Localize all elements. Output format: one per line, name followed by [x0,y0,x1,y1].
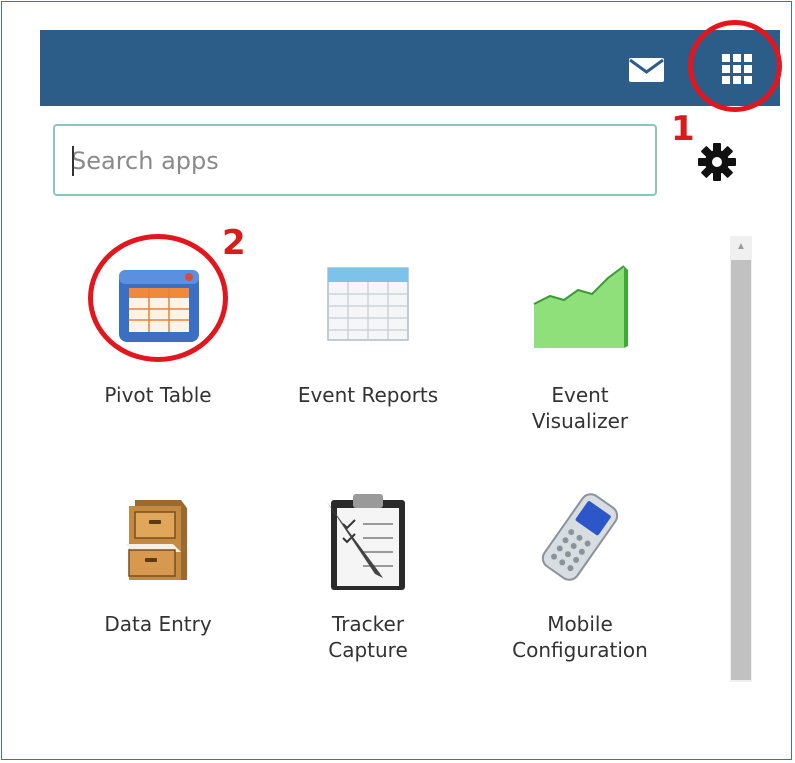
scroll-up-arrow-icon[interactable]: ▲ [730,236,752,258]
data-entry-icon [125,500,187,580]
app-label-line: Tracker [331,612,405,636]
event-visualizer-icon [533,265,628,348]
header-bar [40,30,780,106]
app-label-line: Capture [328,638,408,662]
text-caret [72,146,74,176]
app-label-line: Configuration [512,638,648,662]
annotation-circle-1 [688,20,782,112]
mobile-configuration-icon [541,493,619,581]
tracker-capture-icon [327,494,405,590]
scrollbar-thumb[interactable] [731,260,751,680]
app-label-line: Event [551,383,609,407]
app-tile-mobile-configuration[interactable]: Mobile Configuration [485,480,675,670]
app-label-line: Data Entry [104,612,212,636]
app-label-line: Pivot Table [104,383,212,407]
annotation-step-2: 2 [222,223,246,263]
app-tile-tracker-capture[interactable]: Tracker Capture [273,480,463,670]
event-reports-icon [327,267,409,341]
app-tile-event-visualizer[interactable]: Event Visualizer [485,250,675,440]
app-label-line: Mobile [547,612,613,636]
app-label-line: Event Reports [297,383,439,407]
search-box[interactable] [53,124,657,196]
mail-icon[interactable] [628,56,665,84]
annotation-circle-2 [88,234,228,362]
search-input[interactable] [69,126,643,196]
app-tile-event-reports[interactable]: Event Reports [273,250,463,420]
annotation-step-1: 1 [671,109,695,149]
app-label-line: Visualizer [531,409,629,433]
app-tile-data-entry[interactable]: Data Entry [63,480,253,650]
gear-icon[interactable] [697,142,737,182]
